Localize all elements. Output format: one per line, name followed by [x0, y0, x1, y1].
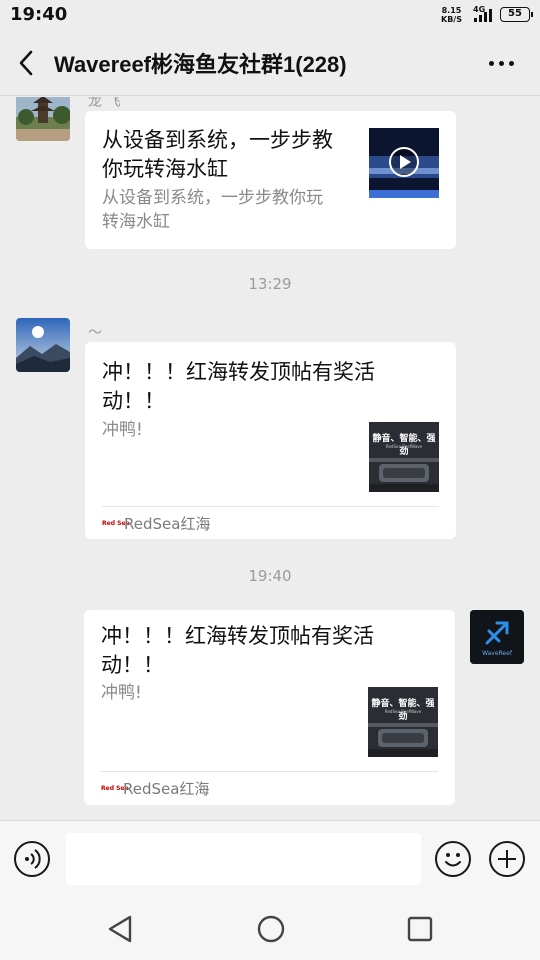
message-input[interactable]	[66, 833, 421, 885]
message-timestamp: 19:40	[248, 567, 292, 585]
chat-title: Wavereef彬海鱼友社群1(228)	[54, 52, 347, 77]
status-time: 19:40	[10, 4, 68, 25]
voice-icon[interactable]	[14, 841, 50, 877]
card-title: 从设备到系统，一步步教 你玩转海水缸	[102, 128, 333, 181]
chat-header: Wavereef彬海鱼友社群1(228)	[0, 30, 540, 96]
chevron-left-icon[interactable]	[14, 49, 40, 77]
video-play-thumbnail[interactable]	[369, 128, 439, 198]
card-divider	[102, 506, 439, 507]
link-card[interactable]: 从设备到系统，一步步教 你玩转海水缸 从设备到系统，一步步教你玩 转海水缸	[85, 111, 456, 249]
sender-name: ～	[88, 325, 102, 341]
card-description: 冲鸭!	[102, 420, 143, 440]
card-divider	[101, 771, 438, 772]
circle-home-icon[interactable]	[256, 914, 286, 948]
system-nav-bar	[0, 900, 540, 960]
card-source: Red Sea RedSea红海	[101, 780, 210, 798]
link-card[interactable]: 冲！！！红海转发顶帖有奖活 动！！ 冲鸭! 静音、智能、强劲 RedSea Re…	[84, 610, 455, 805]
redsea-logo-icon: Red Sea	[101, 784, 129, 792]
redsea-logo-icon: Red Sea	[102, 519, 130, 527]
more-dots-icon[interactable]	[484, 52, 520, 74]
triangle-back-icon[interactable]	[106, 914, 134, 948]
product-thumbnail[interactable]: 静音、智能、强劲 RedSea ReefWave	[369, 422, 439, 492]
card-description: 冲鸭!	[101, 683, 142, 703]
avatar-caption: WaveReef	[482, 650, 512, 657]
card-title: 冲！！！红海转发顶帖有奖活 动！！	[101, 624, 374, 677]
signal-icon	[474, 8, 494, 22]
card-description: 从设备到系统，一步步教你玩 转海水缸	[102, 188, 323, 232]
emoji-icon[interactable]	[435, 841, 471, 877]
mountain-sunrise-avatar[interactable]	[16, 318, 70, 372]
card-source: Red Sea RedSea红海	[102, 515, 211, 533]
message-list[interactable]: 龙 飞 从设备到系统，一步步教 你玩转海水缸 从设备到系统，一步步教你玩 转海水…	[0, 97, 540, 820]
sender-name: 龙 飞	[88, 97, 121, 110]
square-recents-icon[interactable]	[406, 915, 434, 947]
pagoda-photo-avatar[interactable]	[16, 97, 70, 141]
sagittarius-logo-avatar[interactable]: WaveReef	[470, 610, 524, 664]
status-bar: 19:40 8.15 KB/S 4G 55	[0, 0, 540, 30]
product-thumbnail[interactable]: 静音、智能、强劲 RedSea ReefWave	[368, 687, 438, 757]
battery-icon: 55	[500, 7, 533, 22]
message-timestamp: 13:29	[248, 275, 292, 293]
plus-icon[interactable]	[489, 841, 525, 877]
net-speed: 8.15 KB/S	[441, 6, 462, 24]
link-card[interactable]: 冲！！！红海转发顶帖有奖活 动！！ 冲鸭! 静音、智能、强劲 RedSea Re…	[85, 342, 456, 539]
card-title: 冲！！！红海转发顶帖有奖活 动！！	[102, 360, 375, 413]
input-bar	[0, 820, 540, 900]
